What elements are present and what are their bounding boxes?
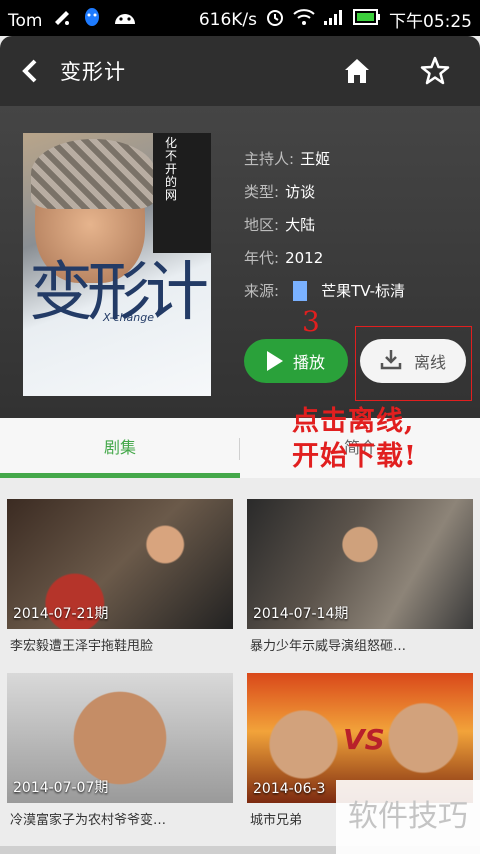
poster-subtitle: X-change: [103, 311, 154, 324]
clock-time: 下午05:25: [389, 12, 472, 32]
info-row-source: 来源: 芒果TV-标清: [244, 280, 406, 301]
info-row-host: 主持人: 王姬: [244, 150, 331, 168]
info-row-year: 年代: 2012: [244, 248, 324, 268]
back-icon[interactable]: [18, 58, 44, 84]
play-icon: [266, 351, 283, 371]
wifi-icon: [293, 8, 315, 31]
show-info: 主持人: 王姬 类型: 访谈 地区: 大陆 年代: 2012 来源: 芒果TV-…: [244, 142, 405, 307]
watermark: 软件技巧: [336, 780, 480, 854]
episode-title[interactable]: 李宏毅遭王泽宇拖鞋甩脸: [7, 629, 233, 665]
episode-date: 2014-07-07期: [13, 780, 109, 796]
favorite-star-icon[interactable]: [420, 56, 450, 86]
episode-title[interactable]: 冷漠富家子为农村爷爷变…: [7, 803, 233, 839]
episode-card[interactable]: 2014-07-07期 冷漠富家子为农村爷爷变…: [7, 673, 233, 839]
episode-card[interactable]: 2014-07-14期 暴力少年示威导演组怒砸…: [247, 499, 473, 665]
episode-thumbnail[interactable]: 2014-07-14期: [247, 499, 473, 629]
episode-date: 2014-07-14期: [253, 606, 349, 622]
battery-icon: [353, 8, 381, 31]
alarm-icon: [265, 7, 285, 32]
episode-title[interactable]: 暴力少年示威导演组怒砸…: [247, 629, 473, 665]
net-speed: 616K/s: [198, 9, 257, 30]
episode-card[interactable]: 2014-07-21期 李宏毅遭王泽宇拖鞋甩脸: [7, 499, 233, 665]
poster-vertical-text: 化不开的网: [165, 136, 178, 202]
episode-thumbnail[interactable]: 2014-07-07期: [7, 673, 233, 803]
annotation-step-number: 3: [302, 305, 320, 338]
android-icon: [112, 8, 138, 33]
episode-date: 2014-06-3: [253, 781, 326, 797]
usb-icon: [52, 8, 72, 33]
episode-date: 2014-07-21期: [13, 606, 109, 622]
home-icon[interactable]: [342, 56, 372, 86]
status-bar: Tom 616K/s 下午05:25: [0, 0, 480, 36]
qq-icon: [82, 7, 102, 34]
signal-icon: [323, 8, 345, 31]
info-row-type: 类型: 访谈: [244, 183, 316, 201]
show-poster: 化不开的网 变形计 X-change: [23, 133, 211, 396]
play-button[interactable]: 播放: [244, 339, 348, 383]
episode-thumbnail[interactable]: 2014-07-21期: [7, 499, 233, 629]
carrier-label: Tom: [8, 10, 43, 31]
info-row-region: 地区: 大陆: [244, 216, 316, 234]
tab-episodes[interactable]: 剧集: [0, 418, 240, 478]
app-bar: 变形计: [0, 36, 480, 106]
annotation-text: 点击离线, 开始下载!: [292, 406, 417, 472]
source-logo-icon: [293, 280, 308, 301]
vs-graphic: VS: [343, 723, 385, 756]
annotation-highlight-box: [355, 326, 472, 401]
page-title: 变形计: [60, 60, 126, 84]
